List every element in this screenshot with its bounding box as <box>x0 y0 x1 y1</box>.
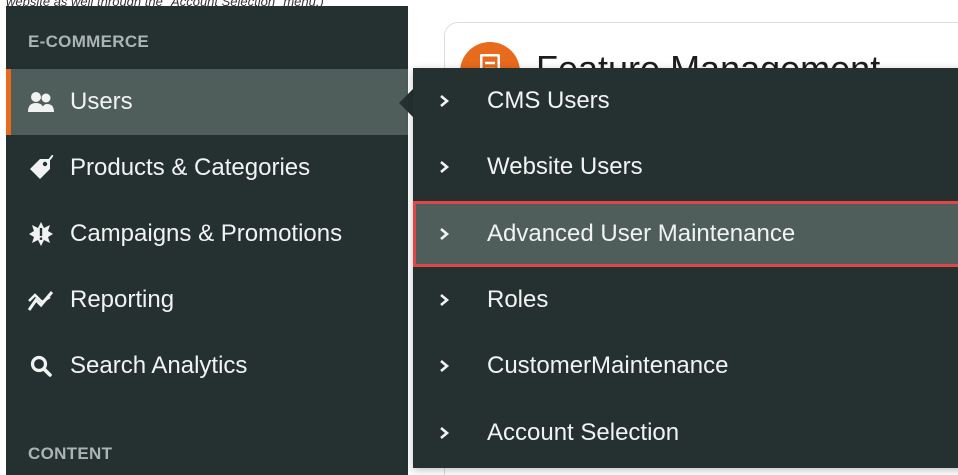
chevron-right-icon <box>440 427 450 439</box>
submenu-item-label: CustomerMaintenance <box>487 352 729 379</box>
submenu-item-advanced-user-maintenance[interactable]: Advanced User Maintenance <box>413 201 958 267</box>
sidebar-item-search-analytics[interactable]: Search Analytics <box>6 333 408 399</box>
submenu-item-label: CMS Users <box>487 87 610 114</box>
screen: website as well through the "Account Sel… <box>0 0 958 475</box>
chart-line-icon <box>28 287 54 313</box>
sidebar-item-label: Users <box>70 88 133 115</box>
submenu-item-roles[interactable]: Roles <box>413 267 958 333</box>
sidebar-item-label: Campaigns & Promotions <box>70 220 343 247</box>
search-icon <box>28 353 54 379</box>
users-flyout-menu: CMS Users Website Users Advanced User Ma… <box>413 68 958 468</box>
tag-icon <box>28 155 54 181</box>
submenu-item-label: Advanced User Maintenance <box>487 220 796 247</box>
submenu-item-account-selection[interactable]: Account Selection <box>413 400 958 466</box>
sidebar-item-users[interactable]: Users <box>6 69 408 135</box>
chevron-right-icon <box>440 228 450 240</box>
submenu-item-customer-maintenance[interactable]: CustomerMaintenance <box>413 333 958 399</box>
chevron-right-icon <box>440 95 450 107</box>
submenu-item-website-users[interactable]: Website Users <box>413 134 958 200</box>
submenu-item-label: Account Selection <box>487 419 680 446</box>
sidebar: E-COMMERCE Users Products & Categories C… <box>6 6 408 475</box>
chevron-right-icon <box>440 294 450 306</box>
users-icon <box>28 89 54 115</box>
section-label-ecommerce: E-COMMERCE <box>28 32 150 51</box>
chevron-right-icon <box>440 360 450 372</box>
sidebar-item-products-categories[interactable]: Products & Categories <box>6 135 408 201</box>
sidebar-item-campaigns-promotions[interactable]: Campaigns & Promotions <box>6 201 408 267</box>
sidebar-item-reporting[interactable]: Reporting <box>6 267 408 333</box>
flyout-pointer <box>399 89 413 117</box>
chevron-right-icon <box>440 161 450 173</box>
sidebar-item-label: Products & Categories <box>70 154 311 181</box>
submenu-item-cms-users[interactable]: CMS Users <box>413 68 958 134</box>
burst-badge-icon <box>28 221 54 247</box>
submenu-item-label: Roles <box>487 286 549 313</box>
submenu-item-label: Website Users <box>487 153 643 180</box>
sidebar-item-label: Reporting <box>70 286 175 313</box>
sidebar-item-label: Search Analytics <box>70 352 248 379</box>
section-label-content: CONTENT <box>28 444 113 463</box>
